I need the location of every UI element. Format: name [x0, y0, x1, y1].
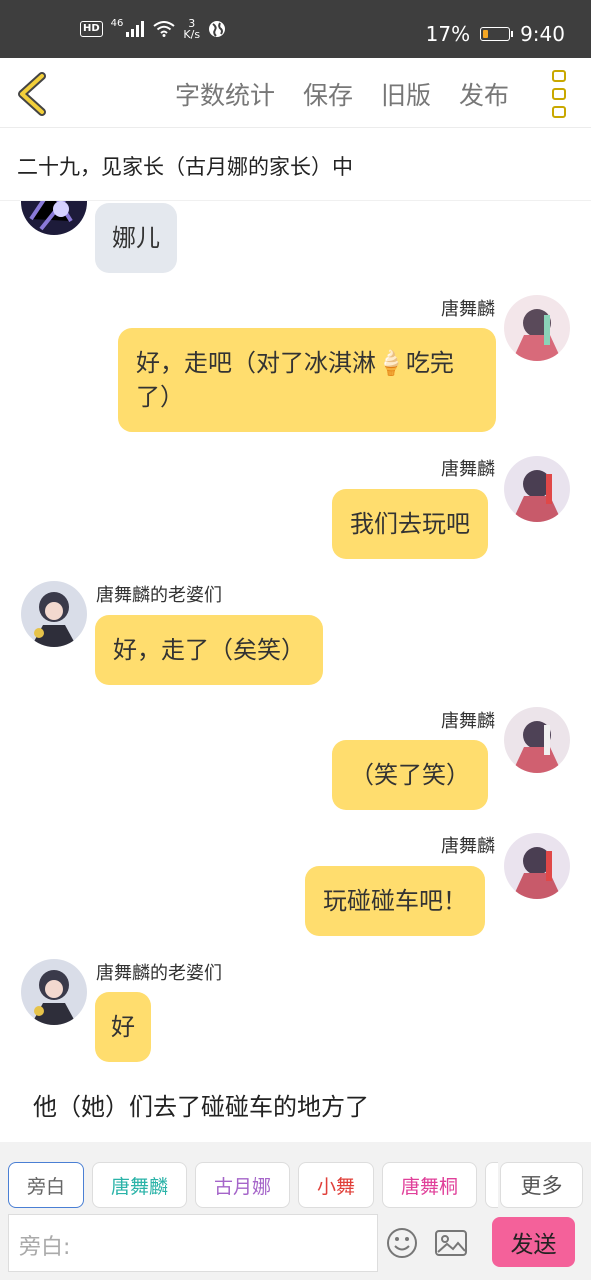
avatar[interactable] — [504, 707, 570, 773]
avatar[interactable] — [21, 581, 87, 647]
role-tab-narrator[interactable]: 旁白 — [8, 1162, 84, 1208]
message-bubble[interactable]: 我们去玩吧 — [332, 489, 488, 559]
avatar[interactable] — [21, 201, 87, 235]
hd-badge: HD — [80, 21, 103, 37]
status-right: 17% 9:40 — [426, 22, 565, 46]
battery-percent: 17% — [425, 22, 471, 46]
sender-name: 唐舞麟的老婆们 — [96, 963, 222, 984]
sender-name: 唐舞麟 — [441, 459, 495, 480]
role-tab-tang-wutong[interactable]: 唐舞桐 — [382, 1162, 477, 1208]
sender-name: 唐舞麟 — [441, 836, 495, 857]
message-input[interactable]: 旁白: — [8, 1214, 378, 1272]
vpn-globe-icon — [209, 21, 226, 37]
more-dot-icon — [552, 70, 566, 82]
clock: 9:40 — [520, 22, 565, 46]
wifi-icon — [153, 21, 176, 37]
send-button[interactable]: 发送 — [492, 1217, 575, 1267]
sender-name: 唐舞麟的老婆们 — [96, 585, 222, 606]
chapter-title: 二十九，见家长（古月娜的家长）中 — [17, 155, 353, 179]
more-menu-button[interactable] — [549, 70, 569, 118]
word-count-button[interactable]: 字数统计 — [175, 76, 275, 112]
narration-text[interactable]: 他（她）们去了碰碰车的地方了 — [33, 1087, 369, 1122]
back-button[interactable] — [14, 72, 54, 116]
avatar[interactable] — [504, 456, 570, 522]
old-version-button[interactable]: 旧版 — [381, 76, 431, 112]
battery-icon — [480, 27, 514, 41]
chat-area[interactable]: 娜儿 唐舞麟 好，走吧（对了冰淇淋🍦吃完了） 唐舞麟 我们去玩吧 唐舞麟的老婆们… — [0, 201, 591, 1142]
message-bubble[interactable]: 好 — [95, 992, 151, 1062]
app-header: 字数统计 保存 旧版 发布 — [0, 58, 591, 128]
speed-unit: K/s — [183, 28, 201, 41]
publish-button[interactable]: 发布 — [459, 76, 509, 112]
signal-icon — [126, 21, 145, 37]
role-tab-gu-yuena[interactable]: 古月娜 — [195, 1162, 290, 1208]
status-icons: HD 46 3 K/s — [80, 18, 226, 40]
message-bubble[interactable]: 玩碰碰车吧！ — [305, 866, 485, 936]
message-bubble[interactable]: 好，走吧（对了冰淇淋🍦吃完了） — [118, 328, 496, 432]
role-tab-partial[interactable] — [485, 1162, 498, 1208]
sender-name: 唐舞麟 — [441, 711, 495, 732]
header-actions: 字数统计 保存 旧版 发布 — [175, 76, 509, 112]
role-selector: 旁白 唐舞麟 古月娜 小舞 唐舞桐 — [8, 1162, 498, 1210]
role-tab-xiaowu[interactable]: 小舞 — [298, 1162, 374, 1208]
role-tab-tang-wulin[interactable]: 唐舞麟 — [92, 1162, 187, 1208]
more-dot-icon — [552, 106, 566, 118]
status-bar: HD 46 3 K/s 17% 9:40 — [0, 0, 591, 58]
avatar[interactable] — [504, 833, 570, 899]
save-button[interactable]: 保存 — [303, 76, 353, 112]
emoji-icon[interactable] — [385, 1226, 419, 1260]
image-icon[interactable] — [434, 1226, 468, 1260]
chevron-left-icon — [18, 72, 46, 116]
sender-name: 唐舞麟 — [441, 299, 495, 320]
message-bubble[interactable]: （笑了笑） — [332, 740, 488, 810]
network-speed: 3 K/s — [183, 18, 200, 40]
message-bubble[interactable]: 娜儿 — [95, 203, 177, 273]
more-roles-button[interactable]: 更多 — [500, 1162, 583, 1208]
chapter-title-bar[interactable]: 二十九，见家长（古月娜的家长）中 — [0, 129, 591, 201]
message-bubble[interactable]: 好，走了（矣笑） — [95, 615, 323, 685]
avatar[interactable] — [21, 959, 87, 1025]
more-dot-icon — [552, 88, 566, 100]
input-panel: 旁白 唐舞麟 古月娜 小舞 唐舞桐 更多 旁白: 发送 — [0, 1142, 591, 1280]
avatar[interactable] — [504, 295, 570, 361]
network-label: 46 — [110, 18, 124, 29]
